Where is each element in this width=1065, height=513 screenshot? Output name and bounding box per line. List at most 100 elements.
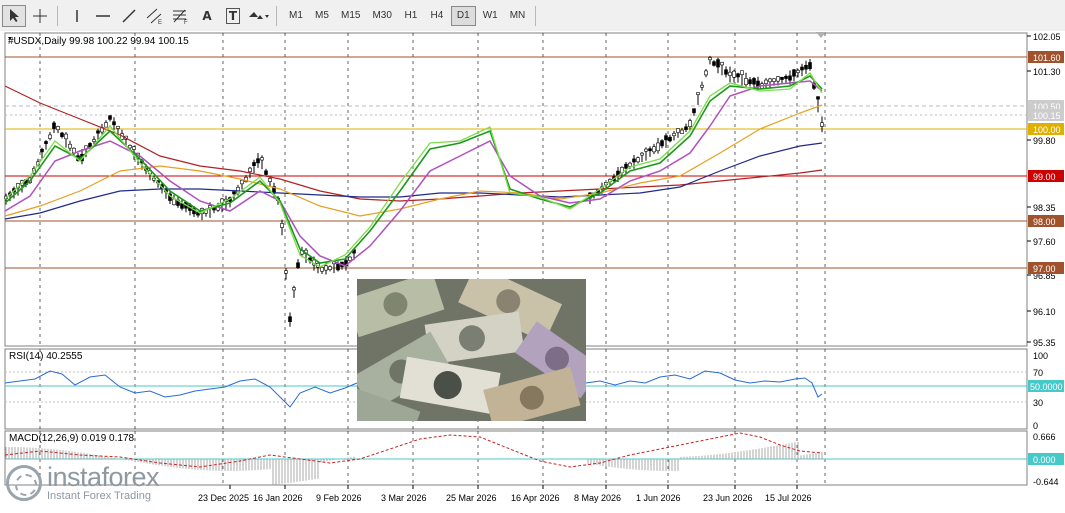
candle-body: [68, 143, 72, 149]
level-badge-100-00: 100.00: [1033, 125, 1061, 135]
candle-body: [132, 146, 136, 150]
price-tick-label-102-05: 102.05: [1033, 32, 1061, 42]
cursor-arrow-icon[interactable]: [2, 4, 26, 27]
timeframe-d1[interactable]: D1: [450, 5, 476, 26]
candle-body: [652, 146, 656, 153]
candle-body: [232, 191, 236, 195]
candle-body: [728, 71, 732, 76]
candle-body: [792, 69, 796, 77]
candle-body: [648, 148, 652, 152]
timeframe-w1[interactable]: W1: [478, 6, 503, 26]
trend-line-icon[interactable]: [117, 5, 141, 27]
candle-body: [804, 65, 808, 70]
instaforex-logo: instaforex Instant Forex Trading: [6, 462, 160, 503]
timeframe-m30[interactable]: M30: [367, 6, 396, 26]
instaforex-logo-text: instaforex Instant Forex Trading: [47, 462, 160, 503]
chart-canvas[interactable]: #USDX,Daily 99.98 100.22 99.94 100.15 10…: [0, 31, 1065, 510]
date-label-16-apr-2026: 16 Apr 2026: [511, 493, 560, 503]
candle-body: [664, 135, 668, 141]
rsi-tick-label-100: 100: [1033, 351, 1048, 361]
price-tick-label-95-35: 95.35: [1033, 338, 1056, 348]
candle-body: [116, 125, 120, 129]
candle-body: [680, 129, 684, 134]
svg-text:E: E: [158, 20, 162, 24]
candle-body: [808, 62, 812, 70]
candle-body: [660, 140, 664, 147]
chart-header: #USDX,Daily 99.98 100.22 99.94 100.15: [8, 36, 189, 47]
candle-body: [676, 128, 680, 133]
candle-body: [708, 57, 712, 61]
candle-body: [628, 162, 632, 167]
toolbar-separator: [276, 5, 277, 26]
candle-body: [640, 152, 644, 156]
rsi-tick-label-0: 0: [1033, 421, 1038, 431]
date-label-9-feb-2026: 9 Feb 2026: [316, 493, 362, 503]
candle-body: [56, 126, 60, 131]
timeframe-mn[interactable]: MN: [505, 6, 531, 26]
candle-body: [716, 59, 720, 68]
drawing-toolbar: E F A T M1 M5 M15 M30 H1 H4 D1 W1 MN: [0, 0, 1065, 32]
macd-tick-label-0-666: 0.666: [1033, 432, 1056, 442]
candle-body: [268, 178, 272, 182]
logo-name: instaforex: [47, 462, 160, 492]
candle-body: [820, 122, 824, 127]
candle-body: [252, 162, 256, 166]
toolbar-separator: [57, 5, 58, 26]
candle-body: [296, 262, 300, 268]
toolbar-separator: [535, 5, 537, 26]
date-label-3-mar-2026: 3 Mar 2026: [381, 493, 427, 503]
candle-body: [644, 148, 648, 152]
candle-body: [48, 134, 52, 139]
candle-body: [128, 144, 132, 149]
candle-body: [104, 122, 108, 128]
candle-body: [692, 108, 696, 114]
price-tick-label-96-10: 96.10: [1033, 307, 1056, 317]
candle-body: [328, 266, 332, 270]
timeframe-m15[interactable]: M15: [336, 6, 365, 26]
shapes-dropdown-icon[interactable]: [247, 5, 271, 27]
candle-body: [684, 126, 688, 130]
candle-body: [656, 142, 660, 152]
candle-body: [72, 147, 76, 154]
level-badge-98-00: 98.00: [1033, 217, 1056, 227]
candle-body: [724, 69, 728, 75]
rsi-tick-label-70: 70: [1033, 368, 1043, 378]
vertical-line-icon[interactable]: [65, 5, 89, 27]
date-label-23-jun-2026: 23 Jun 2026: [703, 493, 753, 503]
date-label-8-may-2026: 8 May 2026: [574, 493, 621, 503]
candle-body: [348, 256, 352, 261]
crosshair-icon[interactable]: [28, 5, 52, 27]
horizontal-line-icon[interactable]: [91, 5, 115, 27]
fibonacci-icon[interactable]: F: [169, 5, 193, 27]
text-box-icon[interactable]: T: [221, 5, 245, 27]
candle-body: [324, 265, 328, 271]
timeframe-m5[interactable]: M5: [310, 6, 334, 26]
candle-body: [788, 75, 792, 81]
candle-body: [780, 76, 784, 80]
level-badge-100-15: 100.15: [1033, 111, 1061, 121]
timeframe-m1[interactable]: M1: [284, 6, 308, 26]
equidistant-channel-icon[interactable]: E: [143, 5, 167, 27]
svg-text:F: F: [184, 20, 188, 24]
timeframe-h4[interactable]: H4: [425, 6, 449, 26]
candle-body: [260, 157, 264, 161]
candle-body: [280, 223, 284, 228]
text-box-glyph: T: [225, 7, 241, 24]
candle-body: [256, 158, 260, 164]
candle-body: [764, 79, 768, 84]
candle-body: [292, 287, 296, 291]
candle-body: [668, 136, 672, 142]
price-tick-label-99-80: 99.80: [1033, 136, 1056, 146]
timeframe-h1[interactable]: H1: [399, 6, 423, 26]
level-badge-99-00: 99.00: [1033, 172, 1056, 182]
candle-body: [740, 70, 744, 75]
text-label-icon[interactable]: A: [195, 5, 219, 27]
candle-body: [796, 70, 800, 73]
price-tick-label-98-35: 98.35: [1033, 203, 1056, 213]
candle-body: [700, 84, 704, 88]
chart-window[interactable]: #USDX,Daily 99.98 100.22 99.94 100.15 10…: [0, 31, 1065, 510]
price-tick-label-101-30: 101.30: [1033, 67, 1061, 77]
rsi-label: RSI(14) 40.2555: [9, 351, 83, 362]
candle-body: [320, 267, 324, 272]
date-label-23-dec-2025: 23 Dec 2025: [198, 493, 249, 503]
